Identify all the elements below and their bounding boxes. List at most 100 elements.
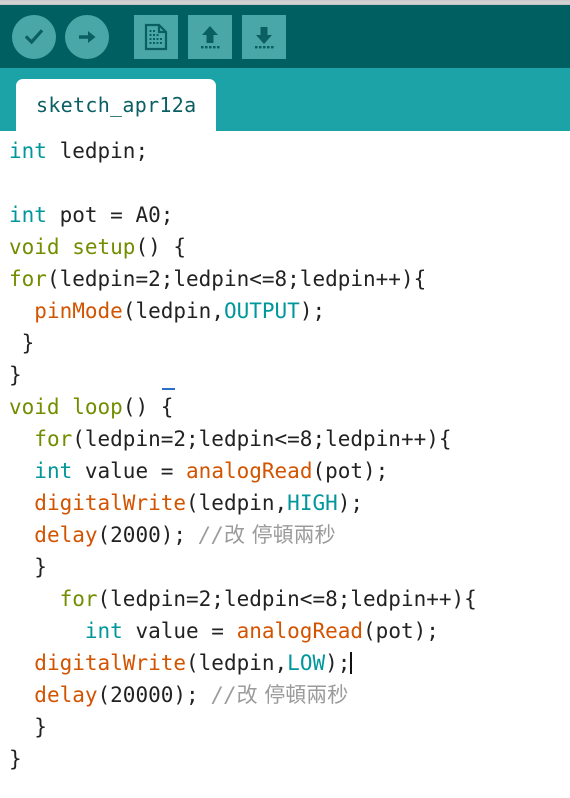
code-token: 改 停頓兩秒 [223, 523, 336, 547]
code-token: } [9, 363, 22, 387]
code-token: HIGH [287, 491, 338, 515]
code-token: value = [72, 459, 187, 483]
code-token: } [9, 555, 47, 579]
code-token: for [59, 587, 98, 611]
open-sketch-button[interactable] [188, 14, 232, 59]
code-token: int [34, 459, 73, 483]
upload-button[interactable] [65, 14, 109, 59]
code-token: (ledpin=2;ledpin<=8;ledpin++){ [97, 587, 477, 611]
code-token: int [9, 203, 47, 227]
code-line: digitalWrite(ledpin,HIGH); [9, 487, 570, 519]
code-line: for(ledpin=2;ledpin<=8;ledpin++){ [9, 583, 570, 615]
code-token: // [198, 523, 224, 547]
code-token: digitalWrite [34, 491, 187, 515]
code-token: setup [72, 235, 136, 259]
up-arrow-icon [196, 23, 224, 51]
code-token: for [34, 427, 73, 451]
tab-sketch-apr12a[interactable]: sketch_apr12a [16, 79, 217, 131]
code-token: int [84, 619, 123, 643]
code-token: (pot); [363, 619, 439, 643]
code-line: void setup() { [9, 231, 570, 263]
code-token: int [9, 139, 47, 163]
code-token: loop [72, 395, 123, 419]
code-line: } [9, 711, 570, 743]
code-line: } [9, 327, 570, 359]
code-token: (ledpin, [186, 491, 288, 515]
code-line: digitalWrite(ledpin,LOW); [9, 647, 570, 679]
code-token: } [9, 747, 22, 771]
code-token: pot = A0; [46, 203, 174, 227]
code-token: () [122, 395, 161, 419]
code-token: 改 停頓兩秒 [236, 683, 349, 707]
code-token: (ledpin, [122, 299, 224, 323]
code-token: ); [337, 491, 364, 515]
code-token: { [160, 395, 174, 419]
code-line: for(ledpin=2;ledpin<=8;ledpin++){ [9, 263, 570, 295]
code-line: } [9, 743, 570, 775]
code-token: delay [34, 683, 98, 707]
code-token: LOW [287, 651, 326, 675]
code-token: } [9, 715, 47, 739]
code-token: () { [135, 235, 187, 259]
code-line: int pot = A0; [9, 199, 570, 231]
tab-label: sketch_apr12a [36, 93, 197, 117]
right-arrow-icon [75, 25, 99, 49]
code-editor[interactable]: int ledpin; int pot = A0; void setup() {f… [0, 131, 570, 798]
verify-button[interactable] [12, 14, 56, 59]
code-token: (2000); [97, 523, 199, 547]
code-line: } [9, 359, 570, 391]
down-arrow-icon [250, 23, 278, 51]
code-token: pinMode [34, 299, 123, 323]
code-token: digitalWrite [34, 651, 187, 675]
code-content: int ledpin; int pot = A0; void setup() {f… [0, 135, 570, 775]
new-sketch-button[interactable] [134, 14, 178, 59]
toolbar-separator [118, 36, 134, 37]
code-token: } [9, 331, 35, 355]
code-line: } [9, 551, 570, 583]
code-line: pinMode(ledpin,OUTPUT); [9, 295, 570, 327]
tab-bar: sketch_apr12a [0, 68, 570, 131]
arduino-ide-window: sketch_apr12a int ledpin; int pot = A0; v… [0, 0, 570, 798]
code-line: delay(2000); //改 停頓兩秒 [9, 519, 570, 551]
code-line: for(ledpin=2;ledpin<=8;ledpin++){ [9, 423, 570, 455]
code-token: // [211, 683, 237, 707]
code-line: int ledpin; [9, 135, 570, 167]
code-token: ledpin; [46, 139, 149, 163]
code-token: (ledpin=2;ledpin<=8;ledpin++){ [72, 427, 452, 451]
save-sketch-button[interactable] [242, 14, 286, 59]
code-token: delay [34, 523, 98, 547]
code-token: value = [122, 619, 237, 643]
code-token: for [9, 267, 47, 291]
code-line: int value = analogRead(pot); [9, 455, 570, 487]
code-line: int value = analogRead(pot); [9, 615, 570, 647]
code-token: (20000); [97, 683, 212, 707]
toolbar [0, 5, 570, 68]
code-token: (ledpin, [186, 651, 288, 675]
code-token: analogRead [186, 459, 313, 483]
code-token: void [9, 395, 60, 419]
text-caret [350, 652, 353, 674]
code-token: (ledpin=2;ledpin<=8;ledpin++){ [46, 267, 427, 291]
code-line: void loop() { [9, 391, 570, 423]
code-token: analogRead [236, 619, 364, 643]
code-token: OUTPUT [223, 299, 300, 323]
code-token: ); [325, 651, 351, 675]
check-icon [22, 25, 46, 49]
code-token: void [9, 235, 60, 259]
code-token: (pot); [312, 459, 389, 483]
code-token: ); [299, 299, 326, 323]
document-icon [143, 23, 169, 51]
code-line: delay(20000); //改 停頓兩秒 [9, 679, 570, 711]
